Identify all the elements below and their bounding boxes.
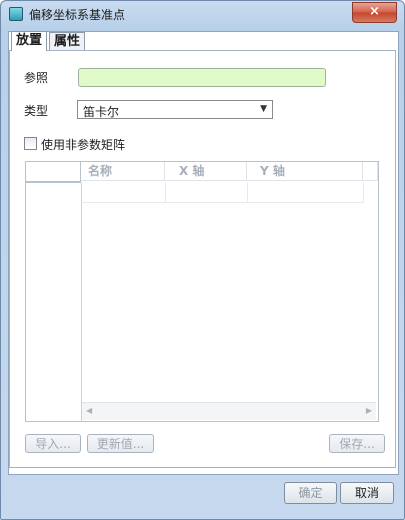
update-values-button[interactable]: 更新值... — [87, 434, 154, 453]
ok-button[interactable]: 确定 — [284, 482, 337, 504]
type-label: 类型 — [24, 104, 49, 118]
column-header-y-axis[interactable]: Y 轴 — [247, 162, 363, 181]
horizontal-scrollbar[interactable]: ◀ ▶ — [82, 402, 376, 420]
table-cell[interactable] — [81, 182, 166, 203]
close-icon: × — [369, 4, 380, 19]
dropdown-arrow-icon: ▼ — [260, 104, 267, 114]
tab-placement[interactable]: 放置 — [11, 31, 48, 51]
import-button[interactable]: 导入... — [25, 434, 81, 453]
table-corner — [26, 162, 81, 183]
save-button[interactable]: 保存... — [329, 434, 385, 453]
window-title: 偏移坐标系基准点 — [29, 8, 126, 22]
scroll-left-icon[interactable]: ◀ — [86, 406, 92, 415]
offset-table[interactable]: 名称 X 轴 Y 轴 ◀ ▶ — [25, 161, 379, 422]
column-header-name[interactable]: 名称 — [81, 162, 165, 181]
close-button[interactable]: × — [352, 2, 397, 23]
reference-field[interactable] — [78, 68, 326, 87]
nonparametric-label[interactable]: 使用非参数矩阵 — [41, 136, 125, 153]
table-cell[interactable] — [165, 182, 248, 203]
scroll-right-icon[interactable]: ▶ — [366, 406, 372, 415]
nonparametric-checkbox[interactable] — [24, 137, 37, 150]
row-header-column — [26, 183, 82, 421]
column-header-x-axis[interactable]: X 轴 — [165, 162, 247, 181]
table-cell[interactable] — [247, 182, 364, 203]
column-header-overflow — [363, 162, 378, 181]
reference-label: 参照 — [24, 71, 49, 85]
title-bar[interactable]: 偏移坐标系基准点 × — [1, 1, 404, 29]
app-icon — [9, 7, 23, 21]
type-select-value: 笛卡尔 — [83, 105, 120, 119]
cancel-button[interactable]: 取消 — [340, 482, 394, 504]
type-select[interactable]: 笛卡尔 ▼ — [77, 100, 273, 119]
tab-properties[interactable]: 属性 — [49, 32, 86, 50]
